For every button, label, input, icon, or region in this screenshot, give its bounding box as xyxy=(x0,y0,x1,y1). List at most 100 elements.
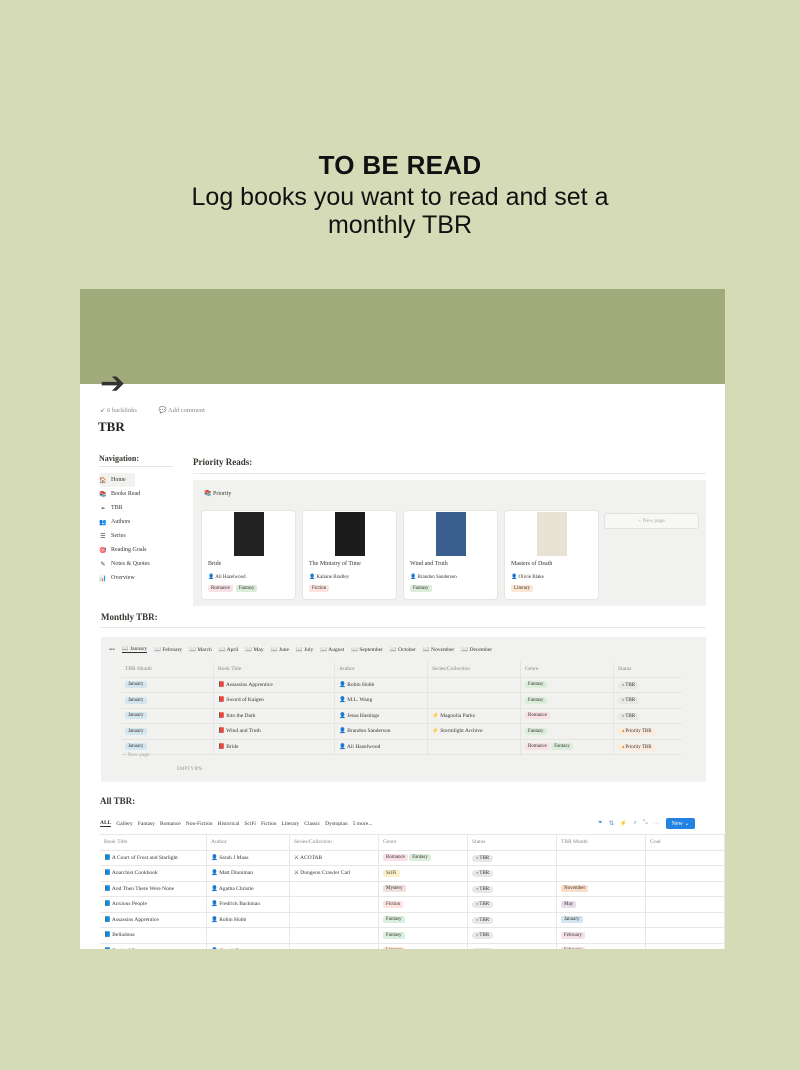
title-cell[interactable]: 📘 Book of Doors xyxy=(100,943,207,949)
view-tab-historical[interactable]: Historical xyxy=(218,821,240,827)
author-cell[interactable] xyxy=(206,927,290,944)
series-cell[interactable]: ⚡ Magnolia Parks xyxy=(427,708,521,724)
table-row[interactable]: 📘 Anxious People 👤 Fredrick Backman Fictio… xyxy=(100,896,725,913)
genre-cell[interactable]: SciFi xyxy=(378,865,468,882)
nav-item-home[interactable]: 🏠 Home xyxy=(99,473,135,487)
more-icon[interactable]: ··· xyxy=(654,821,660,827)
book-card[interactable]: Masters of Death 👤 Olivie Blake Literary xyxy=(505,511,598,599)
author-cell[interactable]: 👤 Matt Dinniman xyxy=(206,865,290,882)
genre-cell[interactable]: Fiction xyxy=(378,896,468,913)
filter-icon[interactable]: ⏷ xyxy=(598,820,603,827)
author-cell[interactable]: 👤 Ali Hazelwood xyxy=(334,739,428,755)
genre-cell[interactable]: Fantasy xyxy=(520,677,614,693)
month-cell[interactable] xyxy=(556,850,646,866)
status-cell[interactable]: TBR xyxy=(467,912,557,928)
series-cell[interactable]: ⚔ ACOTAR xyxy=(289,850,379,866)
nav-item-overview[interactable]: 📊 Overview xyxy=(99,571,173,585)
page-icon-arrow-icon[interactable]: ➔ xyxy=(100,369,125,399)
author-cell[interactable]: 👤 Jessa Hastings xyxy=(334,708,428,724)
table-row[interactable]: 📘 Belladona Fantasy TBR February xyxy=(100,927,725,944)
tab-july[interactable]: 📖 July xyxy=(296,647,313,653)
author-cell[interactable]: 👤 Gareth Brown xyxy=(206,943,290,949)
author-cell[interactable]: 👤 Sarah J Maas xyxy=(206,850,290,866)
book-card[interactable]: Bride 👤 Ali Hazelwood Romance Fantasy xyxy=(202,511,295,599)
column-header[interactable]: TBR Month xyxy=(556,834,646,851)
column-header[interactable]: Status xyxy=(467,834,557,851)
title-cell[interactable]: 📘 And Then There Were None xyxy=(100,881,207,897)
tab-august[interactable]: 📖 August xyxy=(320,647,344,653)
tab-december[interactable]: 📖 December xyxy=(461,647,492,653)
nav-item-notes-quotes[interactable]: ✎ Notes & Quotes xyxy=(99,557,173,571)
table-row[interactable]: 📘 Book of Doors👤 Gareth Brown Literary TB… xyxy=(100,943,725,949)
genre-cell[interactable]: Romance Fantasy xyxy=(378,850,468,866)
view-tab-all[interactable]: ALL xyxy=(100,820,112,827)
author-cell[interactable]: 👤 Robin Hobb xyxy=(334,677,428,693)
column-header[interactable]: Book Title xyxy=(213,662,335,678)
table-row[interactable]: 📘 And Then There Were None 👤 Agatha Chris… xyxy=(100,881,725,897)
column-header[interactable]: Genre xyxy=(520,662,614,678)
month-cell[interactable]: February xyxy=(556,927,646,944)
view-tab-fantasy[interactable]: Fantasy xyxy=(138,821,155,827)
goal-cell[interactable] xyxy=(645,865,725,882)
view-tab-classic[interactable]: Classic xyxy=(304,821,320,827)
status-cell[interactable]: TBR xyxy=(467,850,557,866)
column-header[interactable]: Genre xyxy=(378,834,468,851)
table-row[interactable]: January 📕 Bride 👤 Ali Hazelwood Romance Fan… xyxy=(121,739,682,755)
priority-view-label[interactable]: 📚 Priority xyxy=(204,490,231,497)
column-header[interactable]: Book Title xyxy=(100,834,207,851)
month-cell[interactable]: January xyxy=(121,708,214,724)
tab-september[interactable]: 📖 September xyxy=(351,647,383,653)
goal-cell[interactable] xyxy=(645,927,725,944)
genre-cell[interactable]: Fantasy xyxy=(520,723,614,740)
series-cell[interactable] xyxy=(427,739,521,755)
view-tab-scifi[interactable]: SciFi xyxy=(244,821,256,827)
table-row[interactable]: 📘 A Court of Frost and Starlight 👤 Sarah … xyxy=(100,850,725,866)
more-icon[interactable]: ••• xyxy=(109,647,115,653)
table-row[interactable]: January 📕 Assassins Apprentice 👤 Robin Hob… xyxy=(121,677,682,693)
table-row[interactable]: 📘 Anarchist Cookbook 👤 Matt Dinniman ⚔ Dun… xyxy=(100,865,725,882)
month-cell[interactable] xyxy=(556,865,646,882)
series-cell[interactable] xyxy=(289,927,379,944)
new-page-button[interactable]: + New page xyxy=(604,513,699,529)
new-button[interactable]: New ⌄ xyxy=(665,818,696,829)
month-cell[interactable]: January xyxy=(121,723,214,740)
author-cell[interactable]: 👤 Agatha Christie xyxy=(206,881,290,897)
view-tab-5-more-[interactable]: 5 more... xyxy=(353,821,373,827)
status-cell[interactable]: TBR xyxy=(467,896,557,913)
nav-item-tbr[interactable]: ➢ TBR xyxy=(99,501,173,515)
series-cell[interactable] xyxy=(427,692,521,709)
book-card[interactable]: Wind and Truth 👤 Brandon Sanderson Fantasy xyxy=(404,511,497,599)
title-cell[interactable]: 📕 Sword of Kaigen xyxy=(213,692,335,709)
title-cell[interactable]: 📘 Anxious People xyxy=(100,896,207,913)
author-cell[interactable]: 👤 Fredrick Backman xyxy=(206,896,290,913)
monthly-new-page[interactable]: + New page xyxy=(123,752,150,758)
genre-cell[interactable]: Romance xyxy=(520,708,614,724)
table-row[interactable]: January 📕 Wind and Truth 👤 Brandon Sanders… xyxy=(121,723,682,740)
view-tab-romance[interactable]: Romance xyxy=(160,821,181,827)
title-cell[interactable]: 📘 Belladona xyxy=(100,927,207,944)
goal-cell[interactable] xyxy=(645,850,725,866)
status-cell[interactable]: Priority TBR xyxy=(613,739,682,755)
month-cell[interactable]: May xyxy=(556,896,646,913)
column-header[interactable]: Author xyxy=(334,662,428,678)
month-cell[interactable]: January xyxy=(121,692,214,709)
tab-may[interactable]: 📖 May xyxy=(245,647,263,653)
nav-item-series[interactable]: ☰ Series xyxy=(99,529,173,543)
month-cell[interactable]: February xyxy=(556,943,646,949)
view-tab-fiction[interactable]: Fiction xyxy=(261,821,277,827)
column-header[interactable]: Author xyxy=(206,834,290,851)
column-header[interactable]: Series/Collection xyxy=(289,834,379,851)
genre-cell[interactable]: Literary xyxy=(378,943,468,949)
search-icon[interactable]: ⌕ xyxy=(633,820,636,827)
title-cell[interactable]: 📕 Wind and Truth xyxy=(213,723,335,740)
month-cell[interactable]: January xyxy=(556,912,646,928)
series-cell[interactable]: ⚔ Dungeon Crawler Carl xyxy=(289,865,379,882)
month-cell[interactable]: November xyxy=(556,881,646,897)
backlinks-link[interactable]: ↙ 6 backlinks xyxy=(100,407,147,414)
tab-march[interactable]: 📖 March xyxy=(189,647,212,653)
series-cell[interactable] xyxy=(289,912,379,928)
book-card[interactable]: The Ministry of Time 👤 Kaliane Bradley Fic… xyxy=(303,511,396,599)
status-cell[interactable]: TBR xyxy=(613,692,682,709)
status-cell[interactable]: Priority TBR xyxy=(613,723,682,740)
tab-january[interactable]: 📖 January xyxy=(121,646,148,653)
